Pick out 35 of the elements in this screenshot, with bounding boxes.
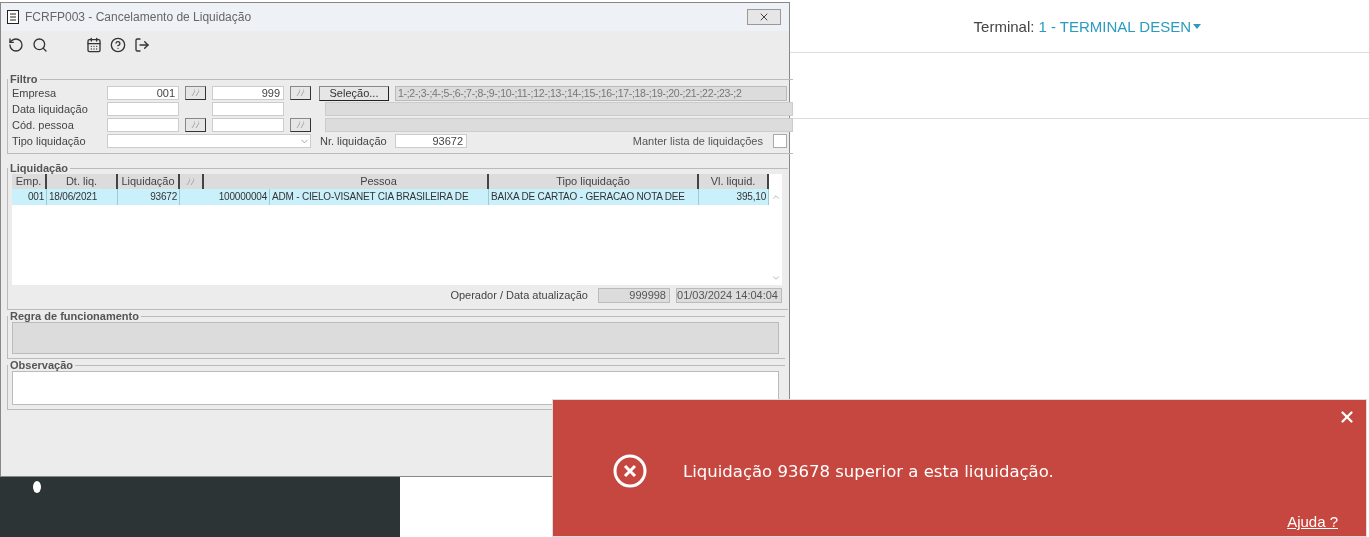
table-cell[interactable]: 395,10 [699,189,769,205]
column-header[interactable]: Vl. liquid. [699,174,769,189]
field-label: Nr. liquidação [320,135,388,147]
group-title: Liquidação [9,162,70,174]
help-link[interactable]: Ajuda ? [1287,513,1338,530]
table-cell[interactable]: ADM - CIELO-VISANET CIA BRASILEIRA DE [270,189,489,205]
window-title: FCRFP003 - Cancelamento de Liquidação [25,10,252,24]
field-label: Cód. pessoa [12,119,75,131]
input-field[interactable]: 001 [107,86,179,100]
error-message: Liquidação 93678 superior a esta liquidação. [683,461,1054,481]
column-header[interactable]: Dt. liq. [47,174,118,189]
field-label: Tipo liquidação [12,135,87,147]
column-header[interactable]: Pessoa [270,174,489,189]
input-field[interactable]: 999 [212,86,284,100]
column-header[interactable]: Liquidação [118,174,180,189]
table-cell[interactable]: 100000004 [180,189,270,205]
column-header[interactable]: Emp. [12,174,47,189]
field-label: Operador / Data atualização [450,289,588,301]
group-title: Regra de funcionamento [9,310,140,322]
date-field: 01/03/2024 14:04:04 [676,287,782,303]
table-cell[interactable]: 001 [12,189,47,205]
input-field[interactable]: 93672 [395,134,467,148]
group-title: Filtro [9,73,39,85]
field-label: Empresa [12,87,58,99]
field-label: Data liquidação [12,103,89,115]
terminal-label: Terminal: [973,17,1035,35]
table-cell[interactable]: 18/06/2021 [47,189,118,205]
selection-button[interactable]: Seleção... [319,85,389,101]
group-title: Observação [9,359,74,371]
table-cell[interactable]: BAIXA DE CARTAO - GERACAO NOTA DEE [489,189,699,205]
column-header[interactable]: Tipo liquidação [489,174,699,189]
selection-field: 1-;2-;3-;4-;5-;6-;7-;8-;9-;10-;11-;12-;13-;14-;15-;16-;17-;18-;19-;20-;21-;22-;23-;2 [395,85,787,101]
checkbox-label: Manter lista de liquidações [632,135,763,147]
table-cell[interactable]: 93672 [118,189,180,205]
operator-field: 999998 [598,287,670,303]
